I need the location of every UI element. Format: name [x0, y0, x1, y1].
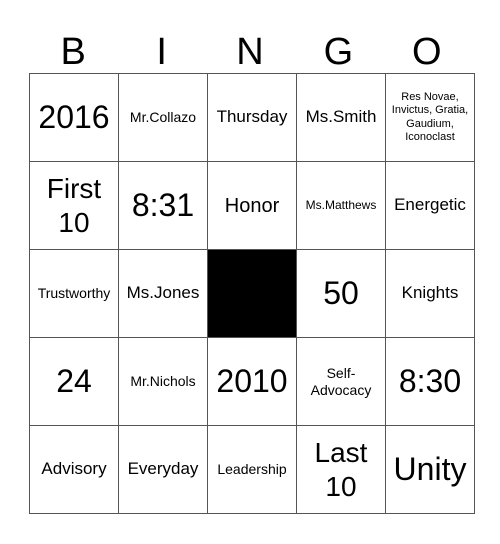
bingo-cell[interactable]: Ms.Matthews — [296, 161, 386, 250]
board-row: First 10 8:31 Honor Ms.Matthews Energeti… — [29, 161, 475, 250]
bingo-cell[interactable]: 8:30 — [385, 337, 475, 426]
bingo-cell[interactable]: 50 — [296, 249, 386, 338]
bingo-header: B I N G O — [29, 30, 471, 74]
bingo-cell[interactable]: Unity — [385, 425, 475, 514]
bingo-cell[interactable]: Res Novae, Invictus, Gratia, Gaudium, Ic… — [385, 73, 475, 162]
bingo-cell[interactable]: 2010 — [207, 337, 297, 426]
bingo-cell[interactable]: Mr.Nichols — [118, 337, 208, 426]
bingo-cell[interactable]: Ms.Jones — [118, 249, 208, 338]
bingo-cell[interactable]: Leadership — [207, 425, 297, 514]
header-letter-g: G — [323, 31, 354, 73]
bingo-cell[interactable]: Trustworthy — [29, 249, 119, 338]
board-row: Advisory Everyday Leadership Last 10 Uni… — [29, 425, 475, 514]
bingo-cell[interactable]: Thursday — [207, 73, 297, 162]
bingo-board: 2016 Mr.Collazo Thursday Ms.Smith Res No… — [29, 73, 475, 514]
header-letter-o: O — [412, 31, 442, 73]
board-row: 24 Mr.Nichols 2010 Self-Advocacy 8:30 — [29, 337, 475, 426]
bingo-cell[interactable]: Ms.Smith — [296, 73, 386, 162]
bingo-cell[interactable]: First 10 — [29, 161, 119, 250]
bingo-cell[interactable]: Energetic — [385, 161, 475, 250]
board-row: Trustworthy Ms.Jones 50 Knights — [29, 249, 475, 338]
bingo-cell[interactable]: Knights — [385, 249, 475, 338]
bingo-cell[interactable]: Mr.Collazo — [118, 73, 208, 162]
header-letter-i: I — [156, 31, 167, 73]
bingo-cell[interactable]: Self-Advocacy — [296, 337, 386, 426]
bingo-cell[interactable]: Advisory — [29, 425, 119, 514]
bingo-cell[interactable]: Everyday — [118, 425, 208, 514]
free-space-cell[interactable] — [207, 249, 297, 338]
bingo-cell[interactable]: Honor — [207, 161, 297, 250]
bingo-cell[interactable]: Last 10 — [296, 425, 386, 514]
bingo-cell[interactable]: 2016 — [29, 73, 119, 162]
bingo-cell[interactable]: 24 — [29, 337, 119, 426]
bingo-cell[interactable]: 8:31 — [118, 161, 208, 250]
board-row: 2016 Mr.Collazo Thursday Ms.Smith Res No… — [29, 73, 475, 162]
header-letter-n: N — [236, 31, 264, 73]
header-letter-b: B — [60, 31, 86, 73]
